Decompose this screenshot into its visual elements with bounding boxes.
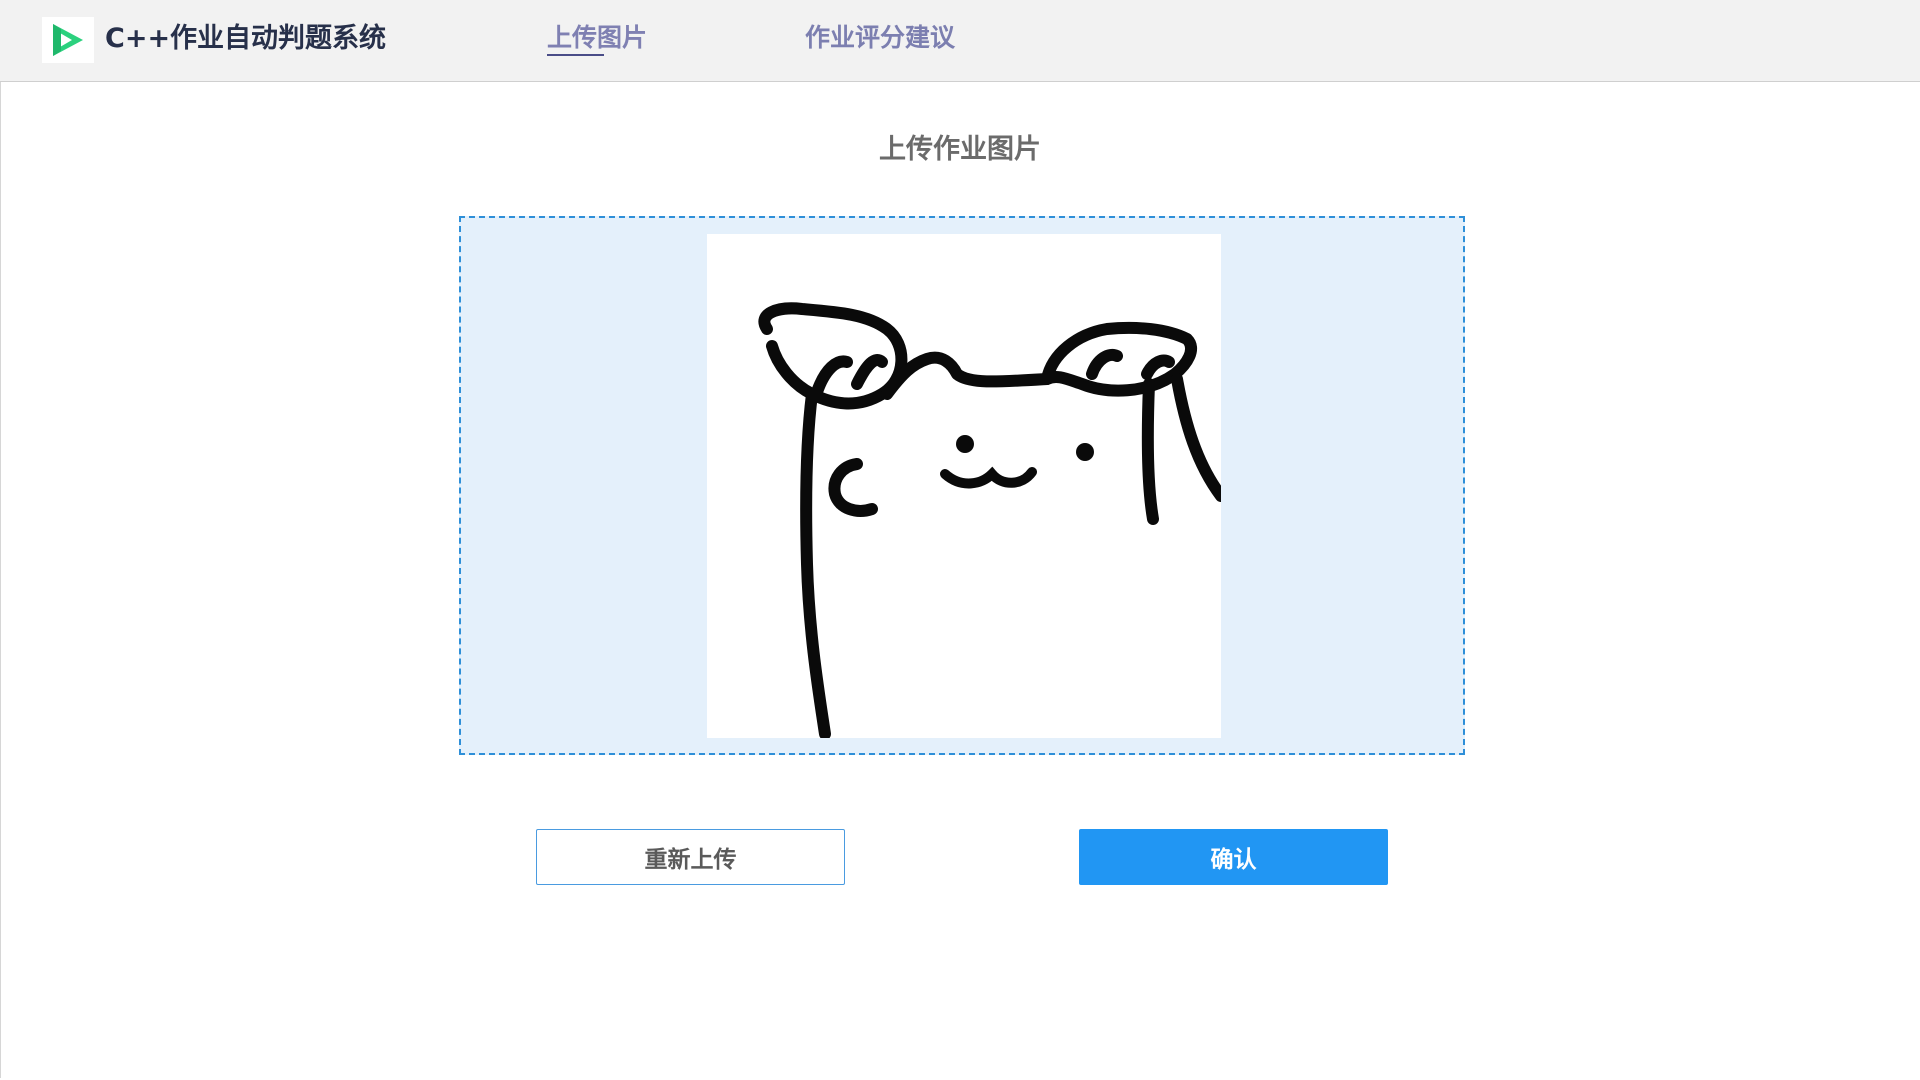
uploaded-image-preview [707,234,1221,738]
tab-upload-image[interactable]: 上传图片 [547,20,647,56]
active-tab-indicator [547,54,604,56]
reupload-button[interactable]: 重新上传 [536,829,845,885]
logo [42,17,94,63]
tab-grading-suggestions[interactable]: 作业评分建议 [805,20,955,56]
uploaded-doodle-image [758,302,1221,738]
confirm-button[interactable]: 确认 [1079,829,1388,885]
play-logo-icon [53,24,83,56]
app-title: C++作业自动判题系统 [105,23,387,54]
section-title: 上传作业图片 [879,134,1041,165]
top-navigation-bar: C++作业自动判题系统 上传图片 作业评分建议 [0,0,1920,82]
upload-dropzone[interactable] [459,216,1465,755]
